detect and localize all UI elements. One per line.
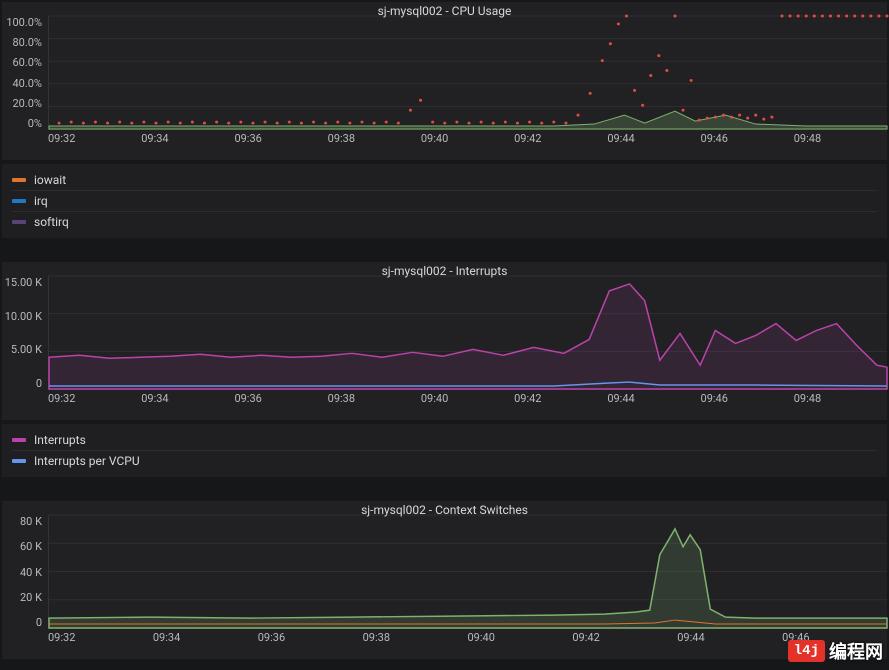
plot-area[interactable] bbox=[48, 515, 887, 629]
x-axis: 09:32 09:34 09:36 09:38 09:40 09:42 09:4… bbox=[2, 392, 887, 405]
y-tick: 40 K bbox=[2, 566, 42, 579]
x-tick: 09:36 bbox=[258, 631, 363, 644]
row-collapse-toggle[interactable] bbox=[0, 238, 889, 260]
y-tick: 40.0% bbox=[2, 77, 42, 90]
legend-swatch bbox=[12, 459, 26, 463]
watermark-text: 编程网 bbox=[829, 638, 883, 664]
x-tick: 09:32 bbox=[48, 132, 141, 145]
x-axis: 09:32 09:34 09:36 09:38 09:40 09:42 09:4… bbox=[2, 132, 887, 145]
panel-context-switches: sj-mysql002 - Context Switches 80 K 60 K… bbox=[2, 501, 887, 659]
y-tick: 5.00 K bbox=[2, 343, 42, 356]
legend-label: softirq bbox=[34, 215, 69, 229]
y-tick: 20 K bbox=[2, 591, 42, 604]
x-tick: 09:36 bbox=[234, 132, 327, 145]
y-axis: 100.0% 80.0% 60.0% 40.0% 20.0% 0% bbox=[2, 16, 48, 130]
x-tick: 09:40 bbox=[468, 631, 573, 644]
y-tick: 80.0% bbox=[2, 36, 42, 49]
x-tick: 09:32 bbox=[48, 631, 153, 644]
panel-interrupts: sj-mysql002 - Interrupts 15.00 K 10.00 K… bbox=[2, 262, 887, 420]
legend-swatch bbox=[12, 178, 26, 182]
x-tick: 09:36 bbox=[234, 392, 327, 405]
x-tick: 09:38 bbox=[363, 631, 468, 644]
x-tick: 09:48 bbox=[794, 132, 887, 145]
y-axis: 80 K 60 K 40 K 20 K 0 bbox=[2, 515, 48, 629]
x-tick: 09:40 bbox=[421, 392, 514, 405]
x-tick: 09:38 bbox=[328, 132, 421, 145]
x-tick: 09:34 bbox=[153, 631, 258, 644]
x-tick: 09:48 bbox=[794, 392, 887, 405]
watermark-logo: l4j bbox=[788, 640, 825, 662]
y-tick: 10.00 K bbox=[2, 310, 42, 323]
plot-area[interactable] bbox=[48, 276, 887, 390]
x-tick: 09:44 bbox=[607, 132, 700, 145]
legend-label: irq bbox=[34, 194, 48, 208]
y-tick: 60.0% bbox=[2, 56, 42, 69]
watermark: l4j 编程网 bbox=[788, 638, 883, 664]
x-tick: 09:34 bbox=[141, 132, 234, 145]
x-tick: 09:42 bbox=[514, 132, 607, 145]
x-tick: 09:40 bbox=[421, 132, 514, 145]
legend-item[interactable]: Interrupts bbox=[12, 430, 877, 451]
panel-title[interactable]: sj-mysql002 - Interrupts bbox=[382, 264, 508, 278]
legend-item[interactable]: Interrupts per VCPU bbox=[12, 451, 877, 471]
legend-swatch bbox=[12, 438, 26, 442]
x-tick: 09:34 bbox=[141, 392, 234, 405]
y-tick: 0 bbox=[2, 616, 42, 629]
legend-item[interactable]: irq bbox=[12, 191, 877, 212]
x-tick: 09:38 bbox=[328, 392, 421, 405]
row-collapse-toggle[interactable] bbox=[0, 477, 889, 499]
x-tick: 09:42 bbox=[514, 392, 607, 405]
panel-cpu-usage: sj-mysql002 - CPU Usage 100.0% 80.0% 60.… bbox=[2, 2, 887, 160]
x-tick: 09:44 bbox=[677, 631, 782, 644]
legend-label: iowait bbox=[34, 173, 66, 187]
panel-title[interactable]: sj-mysql002 - Context Switches bbox=[361, 503, 528, 517]
y-axis: 15.00 K 10.00 K 5.00 K 0 bbox=[2, 276, 48, 390]
y-tick: 0% bbox=[2, 117, 42, 130]
legend-item[interactable]: softirq bbox=[12, 212, 877, 232]
panel-title[interactable]: sj-mysql002 - CPU Usage bbox=[378, 4, 512, 18]
legend-interrupts: Interrupts Interrupts per VCPU bbox=[2, 424, 887, 477]
plot-area[interactable] bbox=[48, 16, 887, 130]
x-tick: 09:46 bbox=[701, 132, 794, 145]
legend-cpu: iowait irq softirq bbox=[2, 164, 887, 238]
x-tick: 09:44 bbox=[607, 392, 700, 405]
x-axis: 09:32 09:34 09:36 09:38 09:40 09:42 09:4… bbox=[2, 631, 887, 644]
legend-label: Interrupts bbox=[34, 433, 86, 447]
legend-label: Interrupts per VCPU bbox=[34, 454, 140, 468]
legend-item[interactable]: iowait bbox=[12, 170, 877, 191]
x-tick: 09:32 bbox=[48, 392, 141, 405]
x-tick: 09:42 bbox=[572, 631, 677, 644]
x-tick: 09:46 bbox=[701, 392, 794, 405]
y-tick: 20.0% bbox=[2, 97, 42, 110]
legend-swatch bbox=[12, 220, 26, 224]
y-tick: 0 bbox=[2, 377, 42, 390]
legend-swatch bbox=[12, 199, 26, 203]
y-tick: 60 K bbox=[2, 540, 42, 553]
